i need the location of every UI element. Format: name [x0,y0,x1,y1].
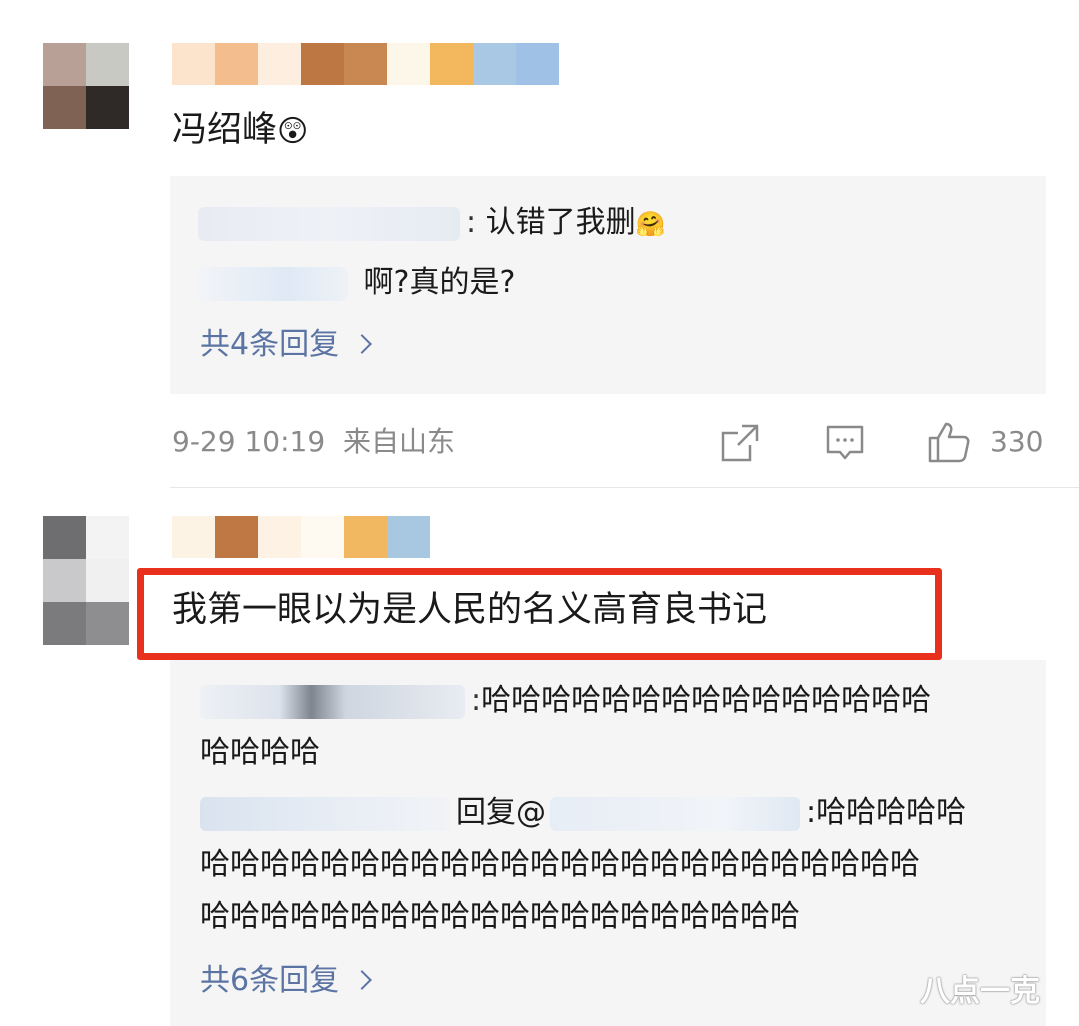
comment-text: 冯绍峰😲 [172,110,309,150]
reply-text: 哈哈哈哈 [200,735,320,770]
divider [170,487,1079,488]
username[interactable] [172,516,430,558]
reply-box[interactable]: :哈哈哈哈哈哈哈哈哈哈哈哈哈哈哈 哈哈哈哈 回复@ :哈哈哈哈哈 哈哈哈哈哈哈哈哈… [170,660,1046,1026]
reply-box[interactable]: : 认错了我删🤗 啊?真的是? 共4条回复 [170,176,1046,394]
timestamp: 9-29 10:19 [172,425,326,458]
comment-text: 我第一眼以为是人民的名义高育良书记 [172,590,768,630]
reply-text: 啊?真的是? [363,265,516,300]
shocked-emoji-icon: 😲 [277,114,309,149]
blurred-username[interactable] [198,206,460,241]
blurred-username[interactable] [198,266,348,301]
blurred-mention[interactable] [550,796,800,831]
reply-text: 哈哈哈哈哈哈哈哈哈哈哈哈哈哈哈哈哈哈哈哈 [200,899,800,934]
avatar[interactable] [43,43,129,129]
reply-item[interactable]: 啊?真的是? [198,264,515,302]
avatar[interactable] [43,516,129,602]
chevron-right-icon [352,970,372,990]
reply-text: :哈哈哈哈哈 [806,795,967,830]
like-count: 330 [990,425,1044,458]
reply-text: 哈哈哈哈哈哈哈哈哈哈哈哈哈哈哈哈哈哈哈哈哈哈哈哈 [200,847,920,882]
more-replies-link[interactable]: 共6条回复 [200,962,372,1000]
chevron-right-icon [352,334,372,354]
share-icon[interactable] [720,423,760,463]
reply-text: 哈哈哈哈哈哈哈哈哈哈哈哈哈哈哈 [481,683,932,718]
hug-emoji-icon: 🤗 [635,210,666,238]
comment-meta: 9-29 10:19 来自山东 [172,424,455,460]
blurred-username[interactable] [200,684,465,719]
comment-icon[interactable] [825,423,865,463]
reply-item[interactable]: : 认错了我删🤗 [198,204,666,243]
like-icon[interactable] [927,420,971,464]
username[interactable] [172,43,559,85]
reply-item[interactable]: :哈哈哈哈哈哈哈哈哈哈哈哈哈哈哈 [200,682,931,720]
reply-text: 认错了我删 [485,205,636,240]
reply-label: 回复@ [456,795,546,830]
reply-item[interactable]: 回复@ :哈哈哈哈哈 [200,794,966,832]
more-replies-link[interactable]: 共4条回复 [200,326,372,364]
watermark: 八点一克 [920,974,1040,1009]
blurred-username[interactable] [200,796,450,831]
location: 来自山东 [342,425,455,458]
